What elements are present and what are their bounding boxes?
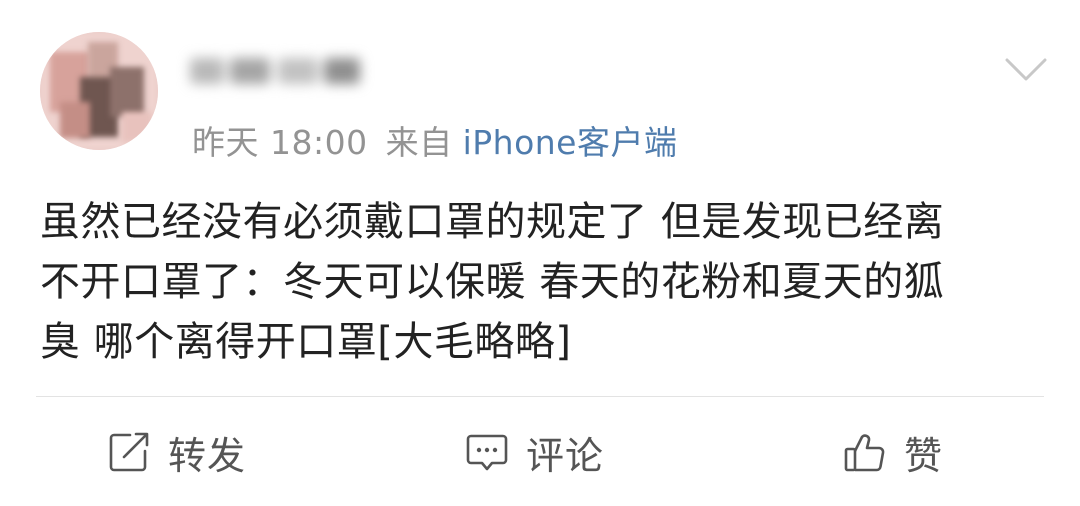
like-button[interactable]: 赞 [842, 424, 943, 480]
edit-share-icon [106, 429, 152, 475]
comment-label: 评论 [526, 433, 605, 478]
chevron-down-icon[interactable] [1003, 52, 1049, 86]
avatar[interactable] [40, 32, 158, 150]
username-blurred[interactable] [190, 44, 380, 100]
weibo-post-card: 昨天 18:00 来自 iPhone客户端 虽然已经没有必须戴口罩的规定了 但是发现… [0, 0, 1080, 506]
divider [36, 396, 1044, 397]
post-meta: 昨天 18:00 来自 iPhone客户端 [192, 116, 678, 164]
source-client-link[interactable]: iPhone客户端 [463, 123, 678, 162]
comment-button[interactable]: 评论 [464, 424, 604, 480]
repost-label: 转发 [168, 433, 247, 478]
comment-bubble-icon [464, 429, 510, 475]
source-prefix: 来自 [385, 123, 453, 162]
post-content: 虽然已经没有必须戴口罩的规定了 但是发现已经离 不开口罩了：冬天可以保暖 春天的… [40, 199, 945, 365]
thumbs-up-icon [842, 429, 888, 475]
repost-button[interactable]: 转发 [106, 424, 246, 480]
like-label: 赞 [904, 433, 944, 478]
post-time: 昨天 18:00 [192, 123, 368, 162]
